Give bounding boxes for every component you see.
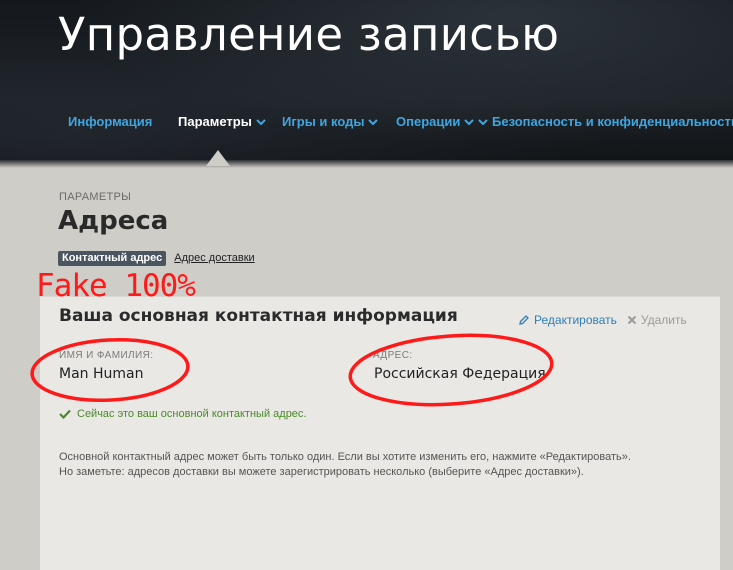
tab-shipping-address[interactable]: Адрес доставки [170,251,258,266]
page-title: Адреса [58,206,169,236]
site-header: Управление записью Информация Параметры … [0,0,733,166]
card-heading: Ваша основная контактная информация [59,306,458,326]
chevron-down-icon [478,118,488,125]
nav-item-settings[interactable]: Параметры [178,114,266,129]
nav-item-info[interactable]: Информация [68,114,152,129]
address-field-label: АДРЕС: [373,350,413,361]
name-value: Man Human [59,366,144,382]
breadcrumb: ПАРАМЕТРЫ [59,191,132,203]
chevron-down-icon [256,118,266,125]
fake-annotation-text: Fake 100% [36,268,196,304]
contact-info-card [40,296,720,570]
nav-item-label: Параметры [178,114,252,129]
edit-button[interactable]: Редактировать [518,313,617,327]
card-actions: Редактировать Удалить [518,313,687,327]
nav-item-games-codes[interactable]: Игры и коды [282,114,379,129]
app-title: Управление записью [58,8,560,61]
nav-item-operations[interactable]: Операции [396,114,475,129]
delete-label: Удалить [640,313,687,327]
delete-button[interactable]: Удалить [627,313,687,327]
chevron-down-icon [368,118,379,125]
nav-item-label: Информация [68,114,153,129]
status-text: Сейчас это ваш основной контактный адрес… [77,408,307,420]
info-note: Основной контактный адрес может быть тол… [59,450,699,480]
main-nav: Информация Параметры Игры и коды Операци… [0,114,733,136]
edit-label: Редактировать [534,313,617,327]
checkmark-icon [59,409,71,419]
nav-item-security-privacy[interactable]: Безопасность и конфиденциальность [478,114,733,129]
active-nav-indicator [206,150,230,166]
header-divider [0,160,733,168]
nav-item-label: Безопасность и конфиденциальность [492,114,733,129]
close-icon [627,315,637,325]
primary-status: Сейчас это ваш основной контактный адрес… [59,408,306,420]
nav-item-label: Операции [396,114,461,129]
address-value: Российская Федерация [374,366,546,382]
nav-item-label: Игры и коды [282,114,365,129]
tab-contact-address[interactable]: Контактный адрес [58,251,167,266]
note-line-1: Основной контактный адрес может быть тол… [59,451,631,463]
note-line-2: Но заметьте: адресов доставки вы можете … [59,466,584,478]
pencil-icon [519,315,529,325]
chevron-down-icon [464,118,475,125]
name-field-label: ИМЯ И ФАМИЛИЯ: [59,350,154,361]
address-subtabs: Контактный адрес Адрес доставки [58,251,259,266]
